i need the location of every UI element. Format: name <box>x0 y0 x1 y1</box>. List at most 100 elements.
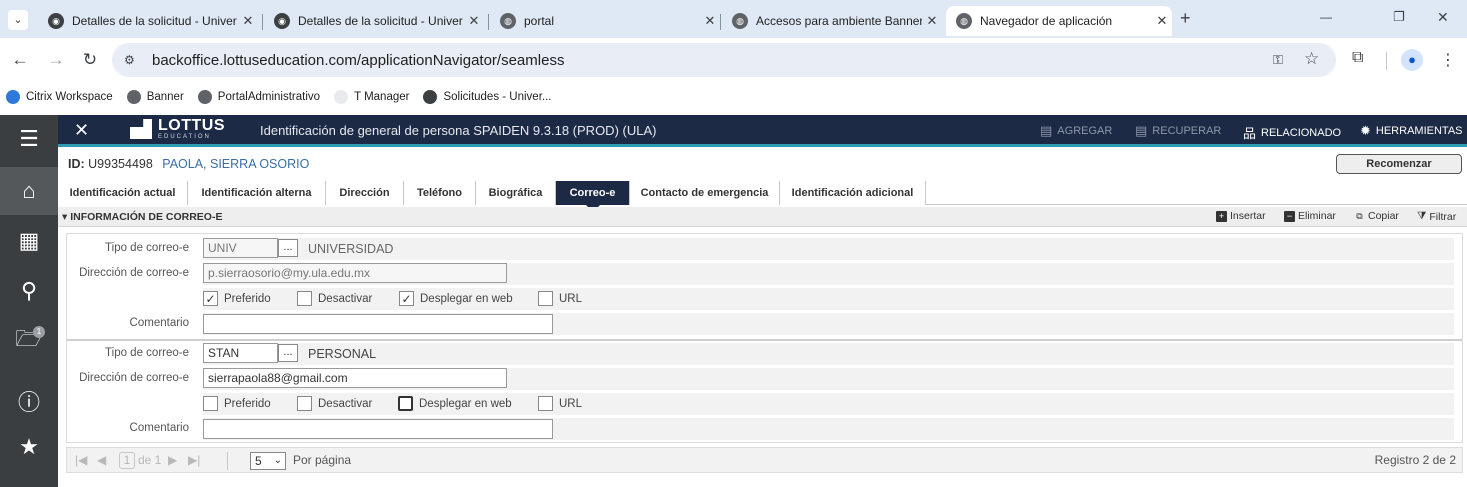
email-type-lookup-button[interactable]: ... <box>278 344 298 362</box>
comment-input[interactable] <box>203 419 553 439</box>
key-block: ID: U99354498 PAOLA, SIERRA OSORIO Recom… <box>58 150 1467 178</box>
first-page-icon[interactable]: |◀ <box>75 453 87 467</box>
minus-icon: − <box>1284 210 1295 222</box>
close-window-button[interactable]: ✕ <box>1437 9 1449 26</box>
tab-telefono[interactable]: Teléfono <box>404 181 476 205</box>
email-address-input[interactable]: p.sierraosorio@my.ula.edu.mx <box>203 263 507 283</box>
browser-tab-title: portal <box>524 14 555 28</box>
close-tab-icon[interactable]: ✕ <box>464 13 484 29</box>
preferred-checkbox[interactable]: Preferido <box>203 396 271 411</box>
tab-contacto-emergencia[interactable]: Contacto de emergencia <box>630 181 780 205</box>
recuperar-button[interactable]: ▤ RECUPERAR <box>1135 123 1221 139</box>
recomenzar-button[interactable]: Recomenzar <box>1336 154 1462 174</box>
bookmark-banner[interactable]: Banner <box>126 90 184 104</box>
restore-button[interactable]: ❐ <box>1393 9 1405 25</box>
bookmark-star-icon[interactable]: ☆ <box>1304 49 1319 69</box>
address-bar[interactable]: ⚙ backoffice.lottuseducation.com/applica… <box>112 43 1336 77</box>
herramientas-label: HERRAMIENTAS <box>1375 125 1463 137</box>
tab-identificacion-adicional[interactable]: Identificación adicional <box>780 181 926 205</box>
eliminar-label: Eliminar <box>1298 210 1336 222</box>
section-title[interactable]: ▾ INFORMACIÓN DE CORREO-E <box>62 211 222 223</box>
lottus-favicon-icon <box>423 90 438 104</box>
browser-menu-icon[interactable]: ⋮ <box>1440 50 1456 70</box>
email-type-input[interactable]: UNIV <box>203 238 278 258</box>
close-tab-icon[interactable]: ✕ <box>1152 13 1172 29</box>
id-label: ID: <box>68 157 85 171</box>
url-checkbox[interactable]: URL <box>538 396 582 411</box>
agregar-button[interactable]: ▤ AGREGAR <box>1040 123 1112 139</box>
person-name: PAOLA, SIERRA OSORIO <box>162 157 310 171</box>
page-title: Identificación de general de persona SPA… <box>260 123 657 138</box>
site-settings-icon[interactable]: ⚙ <box>124 53 148 67</box>
retrieve-document-icon: ▤ <box>1135 123 1148 138</box>
filtrar-button[interactable]: ⧩ Filtrar <box>1417 210 1456 223</box>
help-icon[interactable]: ⓘ <box>0 377 58 425</box>
bookmark-citrix[interactable]: Citrix Workspace <box>6 90 113 104</box>
relacionado-button[interactable]: 品 RELACIONADO <box>1243 123 1341 142</box>
citrix-icon <box>6 90 20 104</box>
tab-identificacion-alterna[interactable]: Identificación alterna <box>188 181 326 205</box>
back-arrow-icon[interactable]: ← <box>10 50 30 70</box>
next-page-icon[interactable]: ▶ <box>168 453 177 467</box>
inactive-checkbox[interactable]: Desactivar <box>297 396 372 411</box>
email-address-input[interactable]: sierrapaola88@gmail.com <box>203 368 507 388</box>
eliminar-button[interactable]: − Eliminar <box>1284 210 1336 222</box>
search-icon[interactable]: ⚲ <box>0 267 58 315</box>
grid-icon[interactable]: ▦ <box>0 217 58 265</box>
browser-tab-1[interactable]: ◉ Detalles de la solicitud - Univer ✕ <box>38 6 258 36</box>
close-tab-icon[interactable]: ✕ <box>922 13 942 29</box>
preferred-checkbox[interactable]: ✓ Preferido <box>203 291 271 306</box>
last-page-icon[interactable]: ▶| <box>188 453 200 467</box>
email-type-input[interactable]: STAN <box>203 343 278 363</box>
favorites-star-icon[interactable]: ★ <box>0 423 58 471</box>
tab-identificacion-actual[interactable]: Identificación actual <box>58 181 188 205</box>
reload-icon[interactable]: ↻ <box>80 50 100 70</box>
tab-direccion[interactable]: Dirección <box>326 181 404 205</box>
browser-tab-2[interactable]: ◉ Detalles de la solicitud - Univer ✕ <box>264 6 484 36</box>
bookmark-t-manager[interactable]: T Manager <box>334 90 409 104</box>
section-tabs: Identificación actual Identificación alt… <box>58 181 1467 212</box>
insertar-button[interactable]: + Insertar <box>1216 210 1266 222</box>
previous-page-icon[interactable]: ◀ <box>97 453 106 467</box>
bookmark-label: T Manager <box>354 91 410 103</box>
email-type-lookup-button[interactable]: ... <box>278 239 298 257</box>
browser-tab-3[interactable]: ◍ portal ✕ <box>490 6 720 36</box>
herramientas-button[interactable]: ✹ HERRAMIENTAS <box>1360 123 1463 139</box>
field-row-background <box>203 343 1454 365</box>
bookmark-label: Citrix Workspace <box>26 91 113 103</box>
per-page-select[interactable]: 5 ⌄ <box>250 452 286 470</box>
tab-search-button[interactable]: ⌄ <box>8 10 28 30</box>
inactive-checkbox[interactable]: Desactivar <box>297 291 372 306</box>
close-tab-icon[interactable]: ✕ <box>238 13 258 29</box>
browser-tab-4[interactable]: ◍ Accesos para ambiente Banner ✕ <box>722 6 942 36</box>
current-page-input[interactable]: 1 <box>119 452 135 469</box>
bookmark-solicitudes[interactable]: Solicitudes - Univer... <box>423 90 551 104</box>
extensions-icon[interactable]: ⧉ <box>1352 49 1363 67</box>
url-label: URL <box>559 292 583 305</box>
bookmark-portal-administrativo[interactable]: PortalAdministrativo <box>197 90 320 104</box>
tab-separator <box>262 14 263 30</box>
tab-biografica[interactable]: Biográfica <box>476 181 556 205</box>
display-web-checkbox[interactable]: ✓ Desplegar en web <box>399 291 513 306</box>
close-form-icon[interactable]: ✕ <box>74 120 89 141</box>
tab-correo-e[interactable]: Correo-e <box>556 181 630 212</box>
browser-tab-title: Accesos para ambiente Banner <box>756 14 922 28</box>
profile-avatar-icon[interactable]: ● <box>1401 49 1423 71</box>
comment-input[interactable] <box>203 314 553 334</box>
password-key-icon[interactable]: ⚿ <box>1273 52 1283 68</box>
new-tab-button[interactable]: + <box>1180 8 1191 29</box>
url-checkbox[interactable]: URL <box>538 291 582 306</box>
globe-icon <box>197 90 212 104</box>
lottus-favicon-icon: ◉ <box>274 13 290 29</box>
url-text[interactable]: backoffice.lottuseducation.com/applicati… <box>152 52 564 69</box>
browser-tab-5-active[interactable]: ◍ Navegador de aplicación ✕ <box>946 6 1172 36</box>
forward-arrow-icon[interactable]: → <box>46 50 66 70</box>
home-icon[interactable]: ⌂ <box>0 167 58 215</box>
display-web-checkbox[interactable]: Desplegar en web <box>398 396 512 411</box>
minimize-button[interactable]: — <box>1320 10 1332 24</box>
copiar-button[interactable]: ⧉ Copiar <box>1354 210 1399 222</box>
hamburger-menu-icon[interactable]: ☰ <box>0 115 58 163</box>
folder-icon[interactable]: 🗁 1 <box>0 317 58 365</box>
email-type-description: PERSONAL <box>308 347 377 361</box>
close-tab-icon[interactable]: ✕ <box>700 13 720 29</box>
